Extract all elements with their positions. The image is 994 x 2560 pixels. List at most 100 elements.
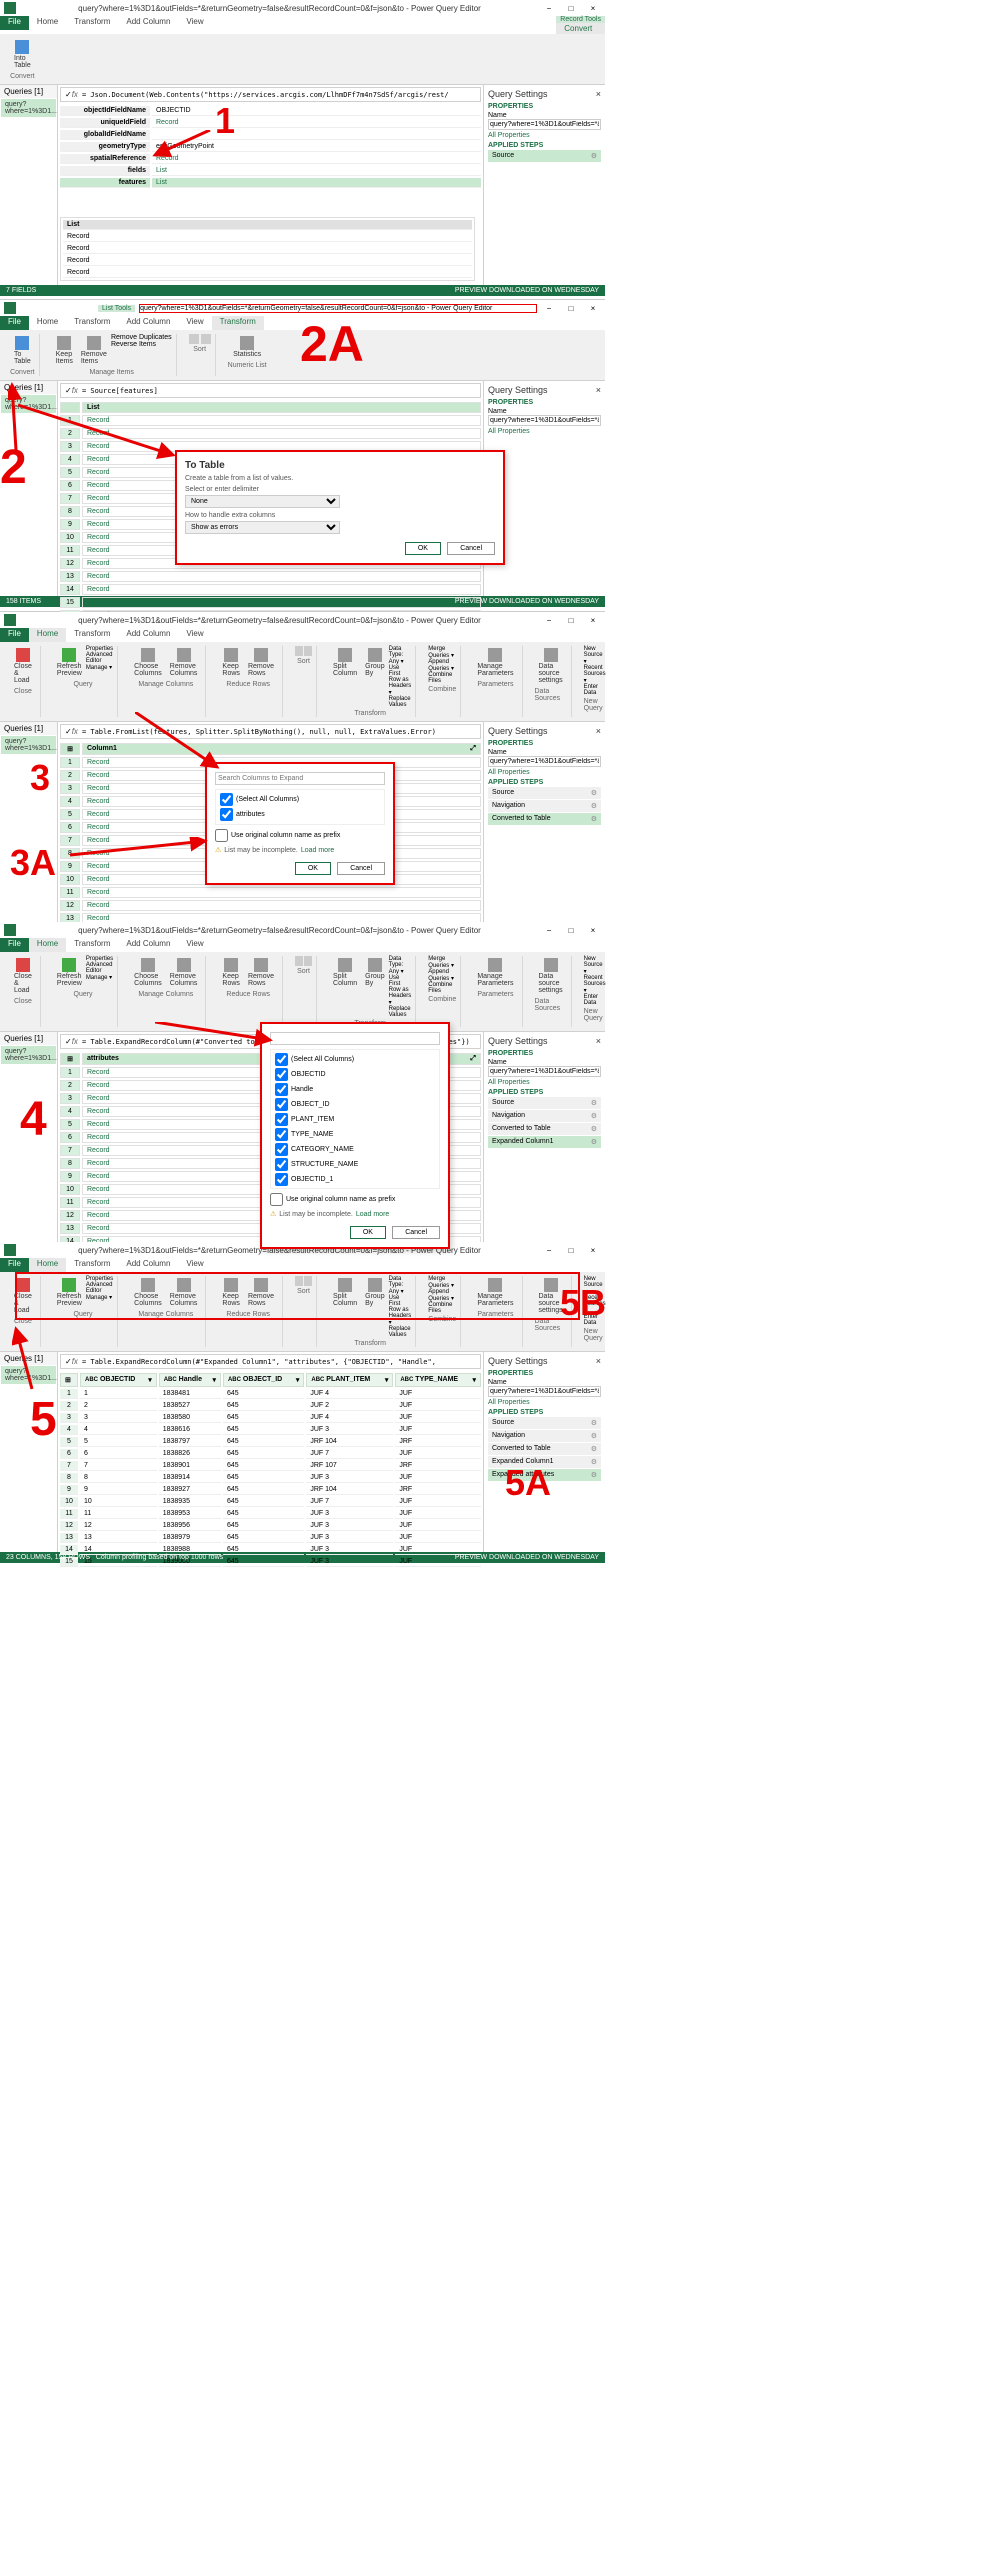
row-number[interactable]: 8 [60, 848, 80, 859]
gear-icon[interactable]: ⚙ [591, 789, 597, 797]
row-number[interactable]: 1 [60, 415, 80, 426]
attributes-checkbox[interactable] [220, 808, 233, 821]
data-cell[interactable]: 11 [80, 1509, 157, 1519]
row-number[interactable]: 8 [60, 1473, 78, 1483]
manage-parameters-button[interactable]: Manage Parameters [473, 956, 517, 989]
sort-desc-icon[interactable] [304, 646, 312, 656]
close-button[interactable]: × [585, 302, 601, 314]
merge-queries-button[interactable]: Merge Queries ▾ [428, 1276, 456, 1289]
data-cell[interactable]: JUF 4 [306, 1389, 393, 1399]
data-cell[interactable]: 5 [80, 1437, 157, 1447]
replace-values-button[interactable]: Replace Values [389, 696, 412, 708]
data-cell[interactable]: 1838979 [159, 1533, 221, 1543]
data-cell[interactable]: JUF [395, 1389, 481, 1399]
data-cell[interactable]: 645 [223, 1461, 304, 1471]
gear-icon[interactable]: ⚙ [591, 1112, 597, 1120]
remove-rows-button[interactable]: Remove Rows [244, 1276, 278, 1309]
tab-addcolumn[interactable]: Add Column [118, 16, 178, 30]
maximize-button[interactable]: □ [563, 2, 579, 14]
tab-view[interactable]: View [178, 316, 211, 330]
refresh-button[interactable]: Refresh Preview [53, 1276, 86, 1309]
first-row-headers-button[interactable]: Use First Row as Headers ▾ [389, 975, 412, 1006]
sort-asc-icon[interactable] [295, 1276, 303, 1286]
combine-files-button[interactable]: Combine Files [428, 1302, 456, 1314]
row-number[interactable]: 10 [60, 532, 80, 543]
data-cell[interactable]: 645 [223, 1473, 304, 1483]
data-cell[interactable]: 1838927 [159, 1485, 221, 1495]
data-cell[interactable]: JUF 3 [306, 1545, 393, 1555]
row-number[interactable]: 6 [60, 1449, 78, 1459]
gear-icon[interactable]: ⚙ [591, 1471, 597, 1479]
append-queries-button[interactable]: Append Queries ▾ [428, 969, 456, 982]
data-cell[interactable]: 1838914 [159, 1473, 221, 1483]
data-cell[interactable]: JUF [395, 1449, 481, 1459]
formula-input[interactable] [82, 1358, 476, 1366]
record-value[interactable]: esriGeometryPoint [152, 142, 481, 152]
list-footer-item[interactable]: Record [63, 244, 472, 254]
group-by-button[interactable]: Group By [361, 956, 388, 1018]
data-cell[interactable]: JUF [395, 1521, 481, 1531]
gear-icon[interactable]: ⚙ [591, 1138, 597, 1146]
record-value[interactable]: List [152, 178, 481, 188]
keep-rows-button[interactable]: Keep Rows [218, 646, 244, 679]
recent-sources-button[interactable]: Recent Sources ▾ [584, 975, 606, 994]
first-row-headers-button[interactable]: Use First Row as Headers ▾ [389, 1295, 412, 1326]
refresh-button[interactable]: Refresh Preview [53, 956, 86, 989]
row-number[interactable]: 5 [60, 1119, 80, 1130]
row-number[interactable]: 12 [60, 1210, 80, 1221]
to-table-button[interactable]: To Table [10, 334, 35, 367]
expand-search-input[interactable] [270, 1032, 440, 1045]
minimize-button[interactable]: − [541, 2, 557, 14]
list-footer-item[interactable]: List [63, 220, 472, 230]
new-source-button[interactable]: New Source ▾ [584, 956, 606, 975]
query-item[interactable]: query?where=1%3D1... [1, 1366, 56, 1384]
manage-button[interactable]: Manage ▾ [86, 1294, 113, 1301]
row-number[interactable]: 3 [60, 1093, 80, 1104]
data-cell[interactable]: 645 [223, 1557, 304, 1567]
append-queries-button[interactable]: Append Queries ▾ [428, 659, 456, 672]
maximize-button[interactable]: □ [563, 302, 579, 314]
advanced-editor-button[interactable]: Advanced Editor [86, 962, 113, 974]
data-source-settings-button[interactable]: Data source settings [535, 956, 567, 996]
enter-data-button[interactable]: Enter Data [584, 994, 606, 1006]
data-source-settings-button[interactable]: Data source settings [535, 1276, 567, 1316]
keep-items-button[interactable]: Keep Items [52, 334, 77, 367]
data-source-settings-button[interactable]: Data source settings [535, 646, 567, 686]
manage-parameters-button[interactable]: Manage Parameters [473, 646, 517, 679]
row-number[interactable]: 14 [60, 584, 80, 595]
data-cell[interactable]: 10 [80, 1497, 157, 1507]
data-cell[interactable]: 645 [223, 1497, 304, 1507]
ok-button[interactable]: OK [350, 1226, 386, 1239]
sort-asc-icon[interactable] [295, 956, 303, 966]
enter-data-button[interactable]: Enter Data [584, 1314, 606, 1326]
recent-sources-button[interactable]: Recent Sources ▾ [584, 1295, 606, 1314]
data-cell[interactable]: JRF 107 [306, 1461, 393, 1471]
advanced-editor-button[interactable]: Advanced Editor [86, 1282, 113, 1294]
step-item[interactable]: Expanded Column1⚙ [488, 1136, 601, 1148]
cancel-button[interactable]: Cancel [447, 542, 495, 555]
new-source-button[interactable]: New Source ▾ [584, 646, 606, 665]
close-load-button[interactable]: Close & Load [10, 646, 36, 686]
row-number[interactable]: 11 [60, 1509, 78, 1519]
row-number[interactable]: 7 [60, 493, 80, 504]
gear-icon[interactable]: ⚙ [591, 1125, 597, 1133]
data-cell[interactable]: JUF [395, 1533, 481, 1543]
expand-icon[interactable]: ⤢ [470, 745, 476, 753]
row-number[interactable]: 5 [60, 809, 80, 820]
data-cell[interactable]: 12 [80, 1521, 157, 1531]
prefix-checkbox[interactable] [215, 829, 228, 842]
row-number[interactable]: 1 [60, 1067, 80, 1078]
remove-columns-button[interactable]: Remove Columns [166, 646, 202, 679]
manage-button[interactable]: Manage ▾ [86, 664, 113, 671]
url-input[interactable] [139, 304, 537, 313]
data-cell[interactable]: 645 [223, 1401, 304, 1411]
expand-icon[interactable]: ⤢ [470, 1055, 476, 1063]
row-number[interactable]: 11 [60, 1197, 80, 1208]
data-cell[interactable]: 1838826 [159, 1449, 221, 1459]
group-by-button[interactable]: Group By [361, 646, 388, 708]
first-row-headers-button[interactable]: Use First Row as Headers ▾ [389, 665, 412, 696]
data-cell[interactable]: JUF [395, 1509, 481, 1519]
column-header[interactable]: ABC PLANT_ITEM ▾ [306, 1373, 393, 1387]
ok-button[interactable]: OK [405, 542, 441, 555]
data-cell[interactable]: 645 [223, 1521, 304, 1531]
